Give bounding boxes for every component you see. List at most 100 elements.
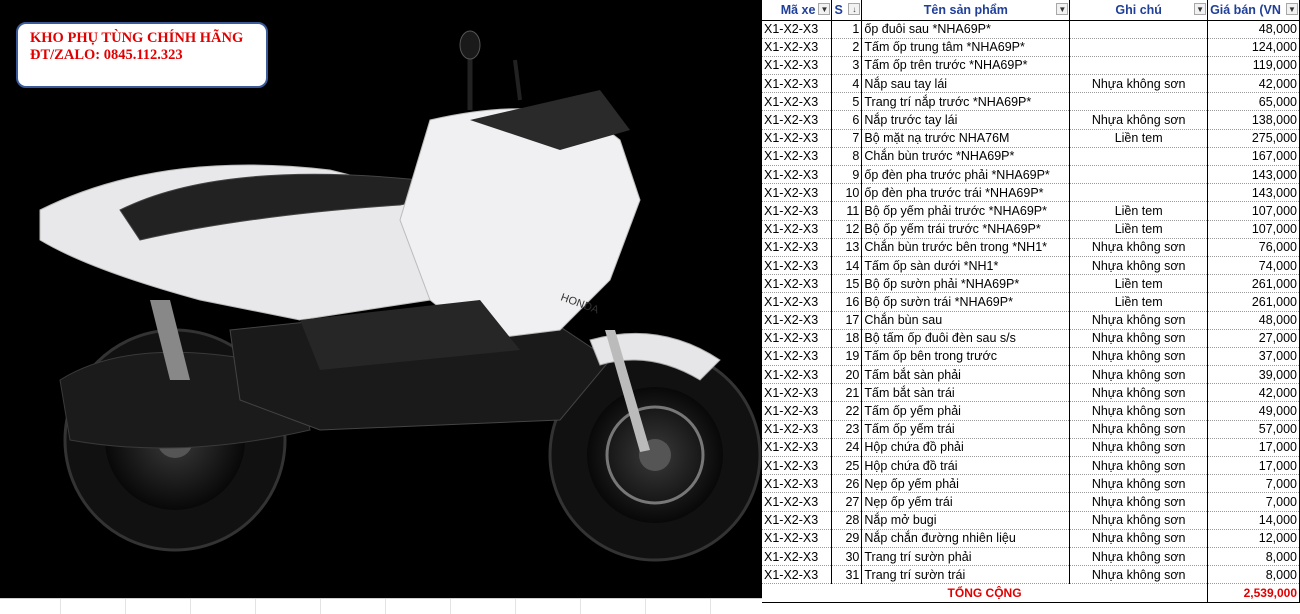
- cell-stt[interactable]: 2: [831, 38, 863, 57]
- cell-gia-ban[interactable]: 8,000: [1207, 565, 1300, 585]
- cell-ma-xe[interactable]: X1-X2-X3: [762, 565, 833, 585]
- cell-ten-san-pham[interactable]: Tấm bắt sàn trái: [861, 383, 1071, 403]
- cell-gia-ban[interactable]: 49,000: [1207, 401, 1300, 421]
- table-row[interactable]: X1-X2-X3 8 Chắn bùn trước *NHA69P* 167,000: [762, 147, 1300, 167]
- cell-ghi-chu[interactable]: Nhựa không sơn: [1069, 547, 1209, 567]
- cell-ghi-chu[interactable]: [1069, 147, 1209, 167]
- table-row[interactable]: X1-X2-X3 25 Hộp chứa đồ trái Nhựa không sơn…: [762, 456, 1300, 476]
- table-row[interactable]: X1-X2-X3 15 Bộ ốp sườn phải *NHA69P* Liền t…: [762, 274, 1300, 294]
- cell-stt[interactable]: 3: [831, 56, 863, 76]
- cell-ma-xe[interactable]: X1-X2-X3: [762, 201, 833, 221]
- cell-gia-ban[interactable]: 107,000: [1207, 220, 1300, 239]
- table-row[interactable]: X1-X2-X3 18 Bộ tấm ốp đuôi đèn sau s/s Nhựa…: [762, 329, 1300, 348]
- table-row[interactable]: X1-X2-X3 11 Bộ ốp yếm phải trước *NHA69P* L…: [762, 201, 1300, 221]
- cell-stt[interactable]: 20: [831, 365, 863, 385]
- cell-ten-san-pham[interactable]: Nẹp ốp yếm trái: [861, 492, 1071, 512]
- cell-stt[interactable]: 26: [831, 474, 863, 494]
- cell-gia-ban[interactable]: 7,000: [1207, 492, 1300, 512]
- cell-ten-san-pham[interactable]: ốp đuôi sau *NHA69P*: [861, 20, 1071, 39]
- cell-gia-ban[interactable]: 275,000: [1207, 129, 1300, 148]
- cell-ghi-chu[interactable]: Nhựa không sơn: [1069, 511, 1209, 530]
- cell-stt[interactable]: 13: [831, 238, 863, 257]
- cell-stt[interactable]: 6: [831, 110, 863, 130]
- cell-ten-san-pham[interactable]: Trang trí nắp trước *NHA69P*: [861, 92, 1071, 112]
- cell-ghi-chu[interactable]: Liền tem: [1069, 292, 1209, 312]
- cell-ten-san-pham[interactable]: Hộp chứa đồ phải: [861, 438, 1071, 458]
- filter-dropdown-icon[interactable]: ▼: [1286, 3, 1298, 15]
- cell-ghi-chu[interactable]: Nhựa không sơn: [1069, 238, 1209, 257]
- cell-gia-ban[interactable]: 76,000: [1207, 238, 1300, 257]
- cell-stt[interactable]: 24: [831, 438, 863, 458]
- cell-ma-xe[interactable]: X1-X2-X3: [762, 456, 833, 476]
- cell-stt[interactable]: 18: [831, 329, 863, 348]
- cell-ghi-chu[interactable]: [1069, 92, 1209, 112]
- cell-stt[interactable]: 23: [831, 420, 863, 439]
- filter-dropdown-icon[interactable]: ▼: [1056, 3, 1069, 15]
- cell-ten-san-pham[interactable]: Tấm ốp trung tâm *NHA69P*: [861, 38, 1071, 57]
- cell-ma-xe[interactable]: X1-X2-X3: [762, 129, 833, 148]
- cell-stt[interactable]: 15: [831, 274, 863, 294]
- cell-stt[interactable]: 19: [831, 347, 863, 367]
- cell-stt[interactable]: 17: [831, 311, 863, 330]
- cell-ghi-chu[interactable]: Liền tem: [1069, 129, 1209, 148]
- cell-gia-ban[interactable]: 42,000: [1207, 383, 1300, 403]
- cell-ghi-chu[interactable]: Nhựa không sơn: [1069, 329, 1209, 348]
- cell-ten-san-pham[interactable]: Nắp mở bugi: [861, 511, 1071, 530]
- cell-stt[interactable]: 27: [831, 492, 863, 512]
- table-row[interactable]: X1-X2-X3 27 Nẹp ốp yếm trái Nhựa không sơn 7…: [762, 492, 1300, 512]
- table-row[interactable]: X1-X2-X3 1 ốp đuôi sau *NHA69P* 48,000: [762, 20, 1300, 39]
- cell-ten-san-pham[interactable]: Nẹp ốp yếm phải: [861, 474, 1071, 494]
- cell-ten-san-pham[interactable]: Bộ tấm ốp đuôi đèn sau s/s: [861, 329, 1071, 348]
- cell-ghi-chu[interactable]: [1069, 165, 1209, 185]
- cell-stt[interactable]: 1: [831, 20, 863, 39]
- cell-ma-xe[interactable]: X1-X2-X3: [762, 220, 833, 239]
- table-row[interactable]: X1-X2-X3 31 Trang trí sườn trái Nhựa không …: [762, 565, 1300, 585]
- table-row[interactable]: X1-X2-X3 24 Hộp chứa đồ phải Nhựa không sơn…: [762, 438, 1300, 458]
- filter-dropdown-icon[interactable]: ▼: [1194, 3, 1207, 15]
- cell-ghi-chu[interactable]: Nhựa không sơn: [1069, 438, 1209, 458]
- table-row[interactable]: X1-X2-X3 19 Tấm ốp bên trong trước Nhựa khô…: [762, 347, 1300, 367]
- cell-stt[interactable]: 29: [831, 529, 863, 548]
- cell-gia-ban[interactable]: 39,000: [1207, 365, 1300, 385]
- cell-stt[interactable]: 10: [831, 183, 863, 203]
- cell-ten-san-pham[interactable]: Tấm ốp sàn dưới *NH1*: [861, 256, 1071, 276]
- cell-ten-san-pham[interactable]: Chắn bùn trước *NHA69P*: [861, 147, 1071, 167]
- cell-ghi-chu[interactable]: Nhựa không sơn: [1069, 383, 1209, 403]
- cell-ma-xe[interactable]: X1-X2-X3: [762, 492, 833, 512]
- cell-gia-ban[interactable]: 8,000: [1207, 547, 1300, 567]
- cell-ma-xe[interactable]: X1-X2-X3: [762, 38, 833, 57]
- cell-ghi-chu[interactable]: Liền tem: [1069, 220, 1209, 239]
- cell-ma-xe[interactable]: X1-X2-X3: [762, 74, 833, 94]
- cell-ma-xe[interactable]: X1-X2-X3: [762, 438, 833, 458]
- cell-ghi-chu[interactable]: [1069, 20, 1209, 39]
- table-row[interactable]: X1-X2-X3 2 Tấm ốp trung tâm *NHA69P* 124,00…: [762, 38, 1300, 57]
- table-row[interactable]: X1-X2-X3 22 Tấm ốp yếm phải Nhựa không sơn 4…: [762, 401, 1300, 421]
- cell-ten-san-pham[interactable]: Chắn bùn sau: [861, 311, 1071, 330]
- cell-gia-ban[interactable]: 37,000: [1207, 347, 1300, 367]
- table-row[interactable]: X1-X2-X3 12 Bộ ốp yếm trái trước *NHA69P* L…: [762, 220, 1300, 239]
- cell-ten-san-pham[interactable]: Bộ mặt nạ trước NHA76M: [861, 129, 1071, 148]
- cell-ma-xe[interactable]: X1-X2-X3: [762, 401, 833, 421]
- table-row[interactable]: X1-X2-X3 3 Tấm ốp trên trước *NHA69P* 119,0…: [762, 56, 1300, 76]
- cell-gia-ban[interactable]: 48,000: [1207, 311, 1300, 330]
- table-row[interactable]: X1-X2-X3 16 Bộ ốp sườn trái *NHA69P* Liền t…: [762, 292, 1300, 312]
- cell-stt[interactable]: 16: [831, 292, 863, 312]
- cell-stt[interactable]: 8: [831, 147, 863, 167]
- table-row[interactable]: X1-X2-X3 10 ốp đèn pha trước trái *NHA69P*…: [762, 183, 1300, 203]
- cell-ghi-chu[interactable]: Nhựa không sơn: [1069, 74, 1209, 94]
- cell-ma-xe[interactable]: X1-X2-X3: [762, 292, 833, 312]
- filter-dropdown-icon[interactable]: ▼: [818, 3, 831, 15]
- cell-ten-san-pham[interactable]: Bộ ốp yếm phải trước *NHA69P*: [861, 201, 1071, 221]
- table-row[interactable]: X1-X2-X3 30 Trang trí sườn phải Nhựa không …: [762, 547, 1300, 567]
- cell-stt[interactable]: 22: [831, 401, 863, 421]
- cell-gia-ban[interactable]: 65,000: [1207, 92, 1300, 112]
- cell-ten-san-pham[interactable]: Trang trí sườn phải: [861, 547, 1071, 567]
- cell-stt[interactable]: 28: [831, 511, 863, 530]
- cell-ma-xe[interactable]: X1-X2-X3: [762, 529, 833, 548]
- cell-ma-xe[interactable]: X1-X2-X3: [762, 110, 833, 130]
- cell-stt[interactable]: 4: [831, 74, 863, 94]
- cell-ma-xe[interactable]: X1-X2-X3: [762, 511, 833, 530]
- cell-ten-san-pham[interactable]: ốp đèn pha trước phải *NHA69P*: [861, 165, 1071, 185]
- table-row[interactable]: X1-X2-X3 9 ốp đèn pha trước phải *NHA69P* 1…: [762, 165, 1300, 185]
- cell-ten-san-pham[interactable]: Nắp chắn đường nhiên liệu: [861, 529, 1071, 548]
